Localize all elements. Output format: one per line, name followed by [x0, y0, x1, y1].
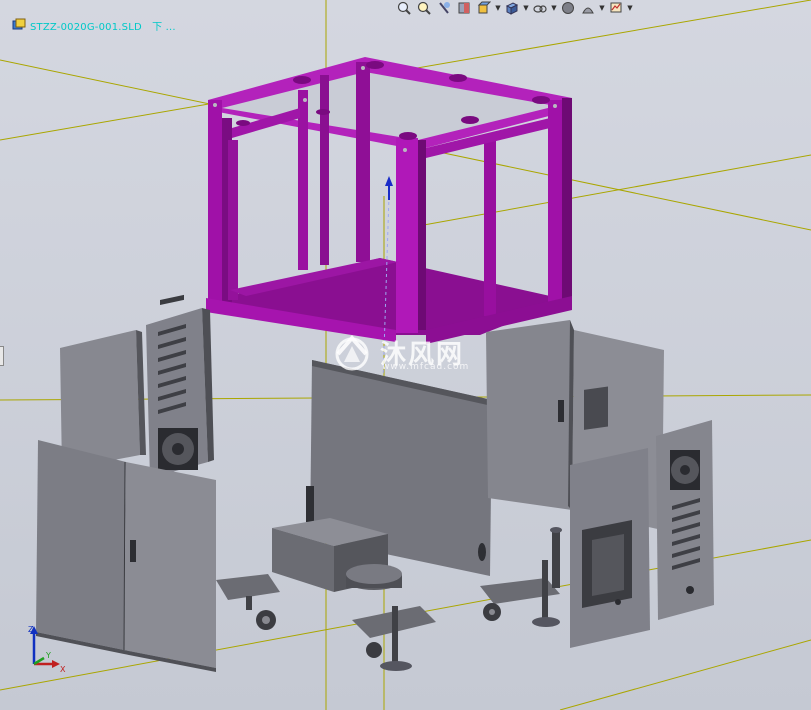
chevron-down-icon[interactable]: ▼	[495, 0, 501, 16]
feature-manager-flyout-handle[interactable]	[0, 346, 4, 366]
caster-right[interactable]	[480, 560, 560, 627]
heads-up-view-toolbar: ▼ ▼ ▼ ▼ ▼	[395, 0, 633, 16]
chevron-down-icon[interactable]: ▼	[523, 0, 529, 16]
feature-tree-title[interactable]: STZZ-0020G-001.SLD 下 ...	[12, 17, 176, 33]
scene-icon[interactable]	[579, 0, 597, 16]
zoom-area-icon[interactable]	[415, 0, 433, 16]
chevron-down-icon[interactable]: ▼	[627, 0, 633, 16]
right-fan-panel[interactable]	[656, 420, 714, 620]
section-view-icon[interactable]	[455, 0, 473, 16]
view-settings-icon[interactable]	[607, 0, 625, 16]
hide-show-icon[interactable]	[531, 0, 549, 16]
center-base[interactable]	[346, 564, 402, 590]
previous-view-icon[interactable]	[435, 0, 453, 16]
y-axis-label: Y	[45, 651, 51, 660]
assembly-scene[interactable]	[0, 0, 811, 710]
leveling-foot[interactable]	[550, 527, 562, 588]
graphics-area[interactable]: STZZ-0020G-001.SLD 下 ... ▼ ▼ ▼ ▼ ▼ 沐风网 w…	[0, 0, 811, 710]
document-title: STZZ-0020G-001.SLD 下 ...	[30, 21, 176, 33]
z-axis-label: Z	[28, 625, 34, 634]
coordinate-triad: Z X Y	[28, 625, 66, 674]
assembly-icon	[12, 18, 26, 30]
chevron-down-icon[interactable]: ▼	[551, 0, 557, 16]
view-orientation-icon[interactable]	[475, 0, 493, 16]
left-fan-panel[interactable]	[146, 294, 214, 478]
caster-left[interactable]	[216, 574, 280, 630]
appearance-icon[interactable]	[559, 0, 577, 16]
steel-frame[interactable]	[206, 57, 572, 344]
display-style-icon[interactable]	[503, 0, 521, 16]
x-axis-label: X	[60, 665, 66, 674]
zoom-fit-icon[interactable]	[395, 0, 413, 16]
caster-center[interactable]	[352, 606, 436, 671]
chevron-down-icon[interactable]: ▼	[599, 0, 605, 16]
